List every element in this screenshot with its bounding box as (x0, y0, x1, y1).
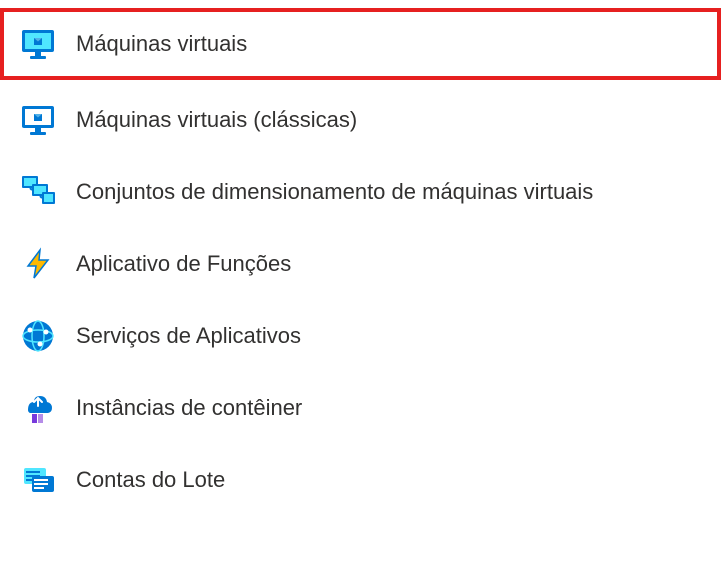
menu-item-label: Contas do Lote (76, 467, 225, 493)
vm-scale-sets-icon (20, 174, 56, 210)
menu-item-function-app[interactable]: Aplicativo de Funções (0, 228, 721, 300)
menu-item-label: Instâncias de contêiner (76, 395, 302, 421)
menu-item-label: Serviços de Aplicativos (76, 323, 301, 349)
menu-item-label: Máquinas virtuais (clássicas) (76, 107, 357, 133)
virtual-machine-icon (20, 26, 56, 62)
app-services-icon (20, 318, 56, 354)
menu-item-batch-accounts[interactable]: Contas do Lote (0, 444, 721, 516)
batch-accounts-icon (20, 462, 56, 498)
menu-item-label: Máquinas virtuais (76, 31, 247, 57)
menu-item-vm-scale-sets[interactable]: Conjuntos de dimensionamento de máquinas… (0, 156, 721, 228)
virtual-machine-classic-icon (20, 102, 56, 138)
menu-item-virtual-machines[interactable]: Máquinas virtuais (0, 8, 721, 80)
function-app-icon (20, 246, 56, 282)
menu-item-label: Aplicativo de Funções (76, 251, 291, 277)
menu-item-virtual-machines-classic[interactable]: Máquinas virtuais (clássicas) (0, 84, 721, 156)
menu-item-label: Conjuntos de dimensionamento de máquinas… (76, 179, 593, 205)
menu-item-app-services[interactable]: Serviços de Aplicativos (0, 300, 721, 372)
menu-item-container-instances[interactable]: Instâncias de contêiner (0, 372, 721, 444)
container-instances-icon (20, 390, 56, 426)
